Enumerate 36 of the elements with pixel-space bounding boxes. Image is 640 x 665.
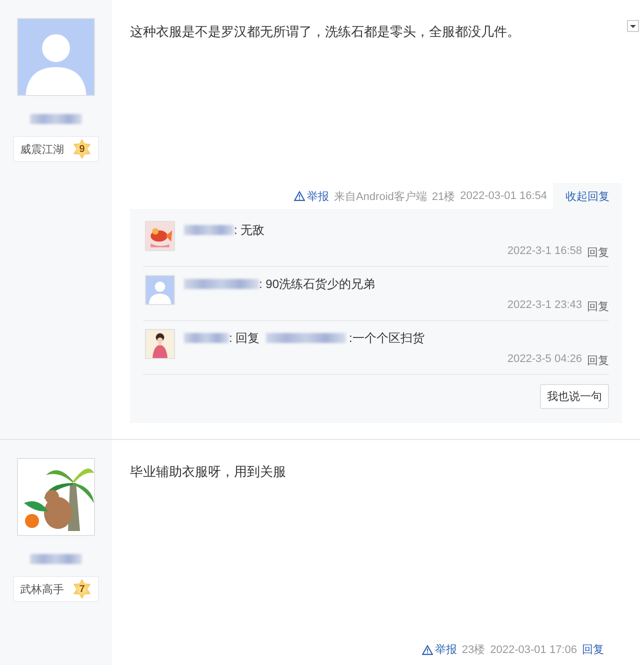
reply-time: 2022-3-1 16:58 [507, 245, 582, 259]
reply-time: 2022-3-1 23:43 [507, 299, 582, 313]
collapse-replies-tab[interactable]: 收起回复 [553, 183, 622, 209]
warning-icon [422, 644, 433, 654]
default-avatar-icon [18, 19, 94, 95]
post-time: 2022-03-01 16:54 [460, 190, 547, 202]
reply-text: : 90洗练石货少的兄弟 [259, 276, 376, 292]
reply-link[interactable]: 回复 [582, 642, 604, 657]
reply-link[interactable]: 回复 [587, 245, 609, 260]
reply-avatar[interactable] [145, 329, 175, 359]
blurred-username [184, 225, 234, 235]
level-badge: 9 [72, 139, 92, 159]
rank-title: 武林高手 [20, 582, 64, 596]
reply-prefix: : 回复 [229, 330, 260, 346]
default-avatar-icon [146, 276, 174, 304]
reply-text: :一个个区扫货 [348, 330, 424, 346]
add-reply-button[interactable]: 我也说一句 [540, 384, 609, 409]
post-text: 这种衣服是不是罗汉都无所谓了，洗练石都是零头，全服都没几件。 [130, 23, 521, 41]
client-source: 来自Android客户端 [334, 190, 427, 204]
report-link[interactable]: 举报 [422, 642, 457, 657]
reply-link[interactable]: 回复 [587, 299, 609, 314]
post-text: 毕业辅助衣服呀，用到关服 [130, 463, 287, 481]
blurred-username [184, 333, 229, 343]
floor-number: 21楼 [432, 190, 456, 204]
post-time: 2022-03-01 17:06 [490, 644, 577, 656]
reply-text: : 无敌 [234, 222, 265, 238]
rank-title: 威震江湖 [20, 142, 64, 156]
level-badge: 7 [72, 579, 92, 599]
floor-number: 23楼 [462, 643, 486, 657]
blurred-username [30, 554, 82, 564]
warning-icon [294, 191, 305, 201]
reply-time: 2022-3-5 04:26 [507, 353, 582, 367]
blurred-username [30, 114, 82, 124]
dropdown-icon[interactable] [627, 20, 639, 32]
reply-link[interactable]: 回复 [587, 353, 609, 368]
report-link[interactable]: 举报 [294, 188, 329, 204]
